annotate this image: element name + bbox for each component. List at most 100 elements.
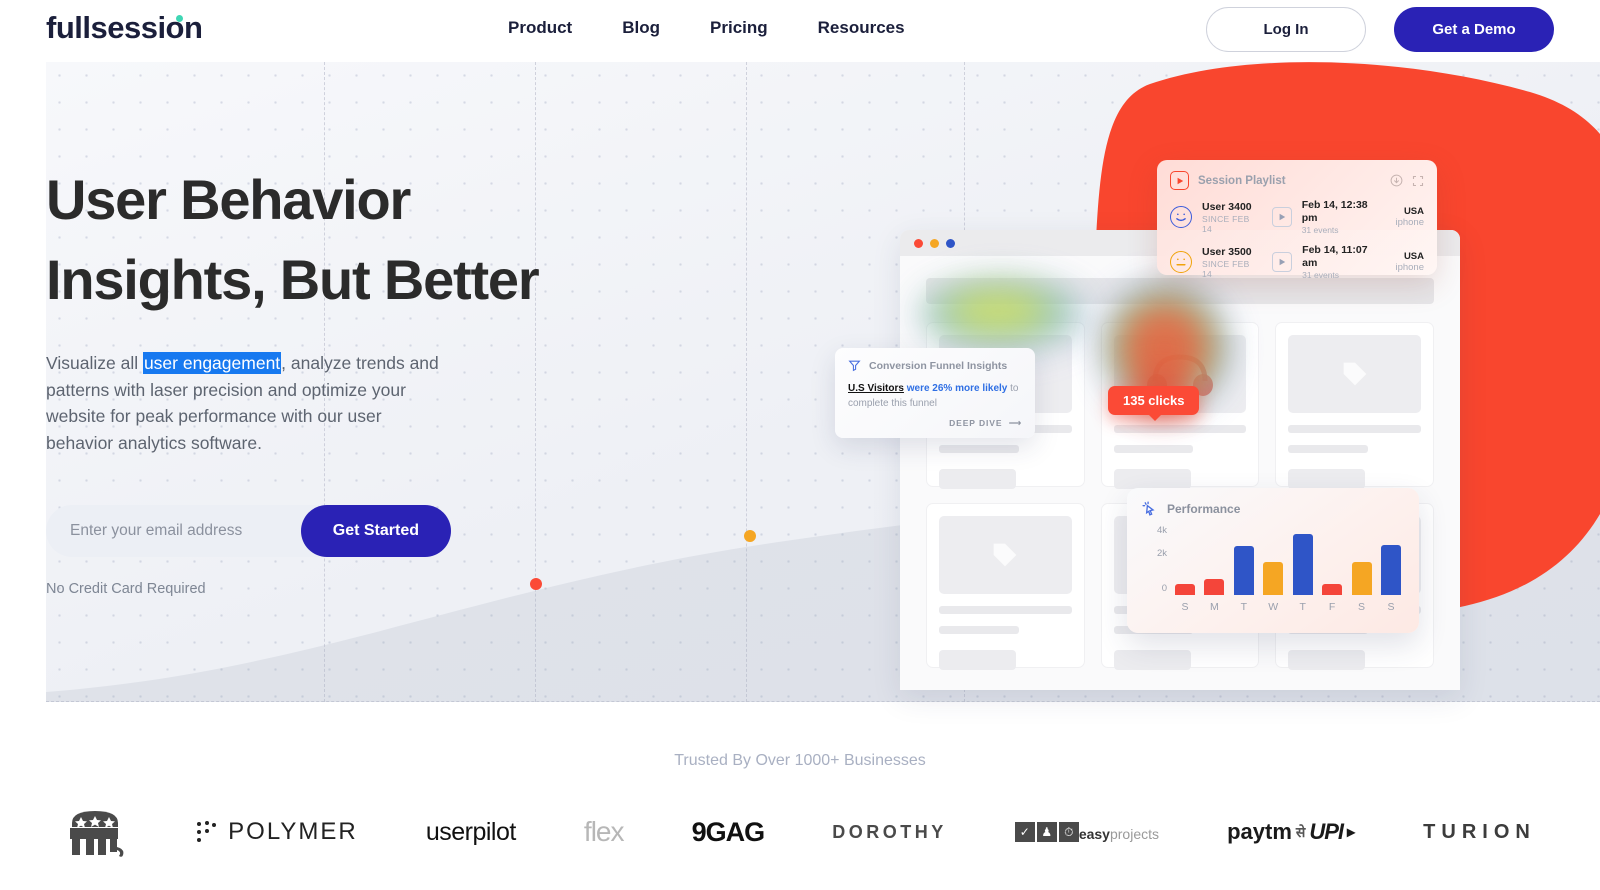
x-tick-label: M <box>1210 601 1219 613</box>
data-point-red <box>530 578 542 590</box>
bar-F-5 <box>1322 584 1343 595</box>
x-tick-label: W <box>1268 601 1279 613</box>
clicks-badge: 135 clicks <box>1108 386 1200 421</box>
logo-gop-elephant <box>64 807 126 857</box>
playlist-user-since: SINCE FEB 14 <box>1202 213 1250 234</box>
no-credit-card-note: No Credit Card Required <box>46 581 206 597</box>
expand-icon[interactable] <box>1412 175 1424 187</box>
performance-title: Performance <box>1167 501 1241 516</box>
page-title: User Behavior Insights, But Better <box>46 160 666 320</box>
happy-face-icon <box>1170 206 1192 228</box>
traffic-light-red-icon <box>914 238 923 248</box>
check-icon: ✓ <box>1014 822 1035 842</box>
client-logos: POLYMER userpilot flex 9GAG DOROTHY ✓ ♟ … <box>0 792 1600 872</box>
neutral-face-icon <box>1170 251 1192 273</box>
playlist-user-name: User 3400 <box>1202 200 1252 213</box>
x-axis-labels: SMTWTFSS <box>1175 601 1401 613</box>
y-tick-label: 4k <box>1156 525 1167 536</box>
play-button-icon[interactable] <box>1272 252 1293 272</box>
playlist-row[interactable]: User 3400 SINCE FEB 14 Feb 14, 12:38 pm … <box>1170 199 1424 235</box>
brand-logo[interactable]: fullsession <box>46 10 203 46</box>
email-input-wrapper: Get Started <box>46 505 451 557</box>
logo-dorothy-text: DOROTHY <box>832 821 947 842</box>
y-axis: 4k 2k 0 <box>1141 525 1167 595</box>
x-tick-label: S <box>1181 601 1189 613</box>
logo-turion-text: TURION <box>1423 820 1536 843</box>
bar-M-1 <box>1204 579 1225 595</box>
session-playlist-card: Session Playlist User 3400 SINCE FEB 14 … <box>1157 160 1437 280</box>
trusted-caption: Trusted By Over 1000+ Businesses <box>674 752 926 769</box>
playlist-device: iphone <box>1395 217 1424 228</box>
signup-form: Get Started <box>46 505 451 557</box>
headline-line-1: User Behavior <box>46 168 411 231</box>
page-header-placeholder <box>926 278 1434 304</box>
brand-dot-icon <box>176 15 183 22</box>
logo-userpilot: userpilot <box>425 817 517 847</box>
bar-T-2 <box>1233 546 1254 595</box>
tag-icon <box>993 543 1017 567</box>
traffic-light-blue-icon <box>946 238 955 248</box>
playlist-country: USA <box>1403 251 1424 262</box>
play-button-icon[interactable] <box>1271 207 1292 227</box>
traffic-light-yellow-icon <box>930 238 939 248</box>
funnel-segment: U.S Visitors <box>848 383 904 394</box>
conversion-funnel-card: Conversion Funnel Insights U.S Visitors … <box>835 348 1035 438</box>
playlist-session-time: Feb 14, 12:38 pm <box>1301 199 1368 224</box>
logo-easy-light: projects <box>1109 825 1159 842</box>
playlist-header: Session Playlist <box>1170 171 1424 190</box>
funnel-icon <box>848 360 861 372</box>
y-tick-label: 0 <box>1161 583 1167 594</box>
performance-card: Performance 4k 2k 0 S M T W T F S S <box>1127 488 1419 633</box>
polymer-dots-icon <box>197 821 217 842</box>
hero-content: User Behavior Insights, But Better Visua… <box>46 160 666 456</box>
logo-paytm-text: paytm <box>1227 819 1292 844</box>
landing-page: fullsession Product Blog Pricing Resourc… <box>0 0 1600 890</box>
bar-S-0 <box>1175 584 1195 595</box>
logo-polymer: POLYMER <box>194 818 358 846</box>
play-square-icon <box>1170 171 1189 190</box>
logo-upi-text: UPI <box>1309 819 1344 844</box>
x-tick-label: S <box>1358 601 1366 613</box>
nav-item-resources[interactable]: Resources <box>818 18 905 38</box>
tag-icon <box>1343 362 1366 386</box>
product-card <box>1275 322 1434 489</box>
elephant-icon <box>70 811 124 857</box>
logo-userpilot-text: userpilot <box>425 817 517 846</box>
performance-bar-chart: 4k 2k 0 S M T W T F S S <box>1141 525 1405 620</box>
person-icon: ♟ <box>1036 822 1057 842</box>
x-tick-label: T <box>1240 601 1248 613</box>
hero-subtext: Visualize all user engagement, analyze t… <box>46 350 446 456</box>
nav-item-product[interactable]: Product <box>508 18 572 38</box>
playlist-title: Session Playlist <box>1198 174 1286 187</box>
cursor-click-icon <box>1142 501 1155 516</box>
funnel-metric: were 26% more likely <box>903 383 1008 394</box>
y-tick-label: 2k <box>1156 548 1167 559</box>
main-nav: Product Blog Pricing Resources <box>508 18 905 38</box>
playlist-event-count: 31 events <box>1302 270 1340 280</box>
login-button[interactable]: Log In <box>1206 7 1366 52</box>
logo-dorothy: DOROTHY <box>832 822 947 843</box>
x-tick-label: F <box>1328 601 1336 613</box>
product-thumb <box>1288 335 1421 413</box>
nav-item-blog[interactable]: Blog <box>622 18 660 38</box>
playlist-device: iphone <box>1395 262 1424 273</box>
data-point-orange <box>744 530 756 542</box>
get-started-button[interactable]: Get Started <box>300 505 451 557</box>
playlist-row[interactable]: User 3500 SINCE FEB 14 Feb 14, 11:07 am … <box>1170 244 1424 280</box>
headline-line-2: Insights, But Better <box>46 248 540 311</box>
logo-easy-bold: easy <box>1078 825 1110 842</box>
download-icon[interactable] <box>1390 174 1403 187</box>
logo-9gag-text: 9GAG <box>691 816 766 847</box>
deep-dive-link[interactable]: DEEP DIVE ⟶ <box>848 418 1022 429</box>
nav-item-pricing[interactable]: Pricing <box>710 18 768 38</box>
bar-T-4 <box>1292 534 1313 595</box>
clock-icon: ⏱ <box>1058 822 1079 842</box>
funnel-title: Conversion Funnel Insights <box>869 359 1008 372</box>
get-a-demo-button[interactable]: Get a Demo <box>1394 7 1554 52</box>
site-header: fullsession Product Blog Pricing Resourc… <box>0 0 1600 62</box>
logo-paytm-upi: paytm से UPI ▸ <box>1227 819 1356 844</box>
product-thumb <box>939 516 1072 594</box>
email-input[interactable] <box>70 522 305 540</box>
logo-easyprojects: ✓ ♟ ⏱ easyprojects <box>1014 822 1159 842</box>
playlist-session-time: Feb 14, 11:07 am <box>1302 244 1368 269</box>
